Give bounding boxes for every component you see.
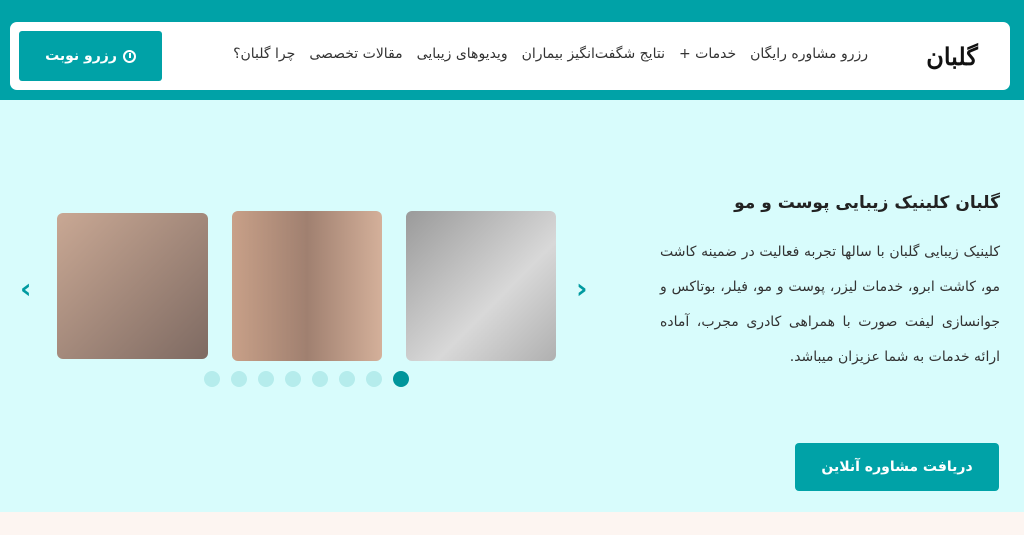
- nav-menu: رزرو مشاوره رایگان خدمات + نتایج شگفت‌ان…: [233, 46, 868, 62]
- hero-description: کلینیک زیبایی گلبان با سالها تجربه فعالی…: [660, 244, 1000, 365]
- nav-item-articles[interactable]: مقالات تخصصی: [309, 46, 402, 62]
- slider-dot[interactable]: [393, 371, 409, 387]
- slider-dot[interactable]: [204, 371, 220, 387]
- nav-item-free-consultation[interactable]: رزرو مشاوره رایگان: [750, 46, 868, 62]
- slider-dot[interactable]: [231, 371, 247, 387]
- logo[interactable]: گلبان: [924, 32, 980, 80]
- nav-item-videos[interactable]: ویدیوهای زیبایی: [417, 46, 508, 62]
- nav-item-results[interactable]: نتایج شگفت‌انگیز بیماران: [522, 46, 665, 62]
- slider-dot[interactable]: [258, 371, 274, 387]
- slide-image[interactable]: [57, 213, 208, 359]
- slider-dot[interactable]: [366, 371, 382, 387]
- chevron-left-icon[interactable]: ‹: [20, 272, 32, 305]
- online-consultation-button[interactable]: دریافت مشاوره آنلاین: [795, 443, 999, 491]
- slide-image[interactable]: [232, 211, 382, 361]
- book-appointment-label: رزرو نوبت: [45, 48, 117, 64]
- slide-image[interactable]: [406, 211, 556, 361]
- nav-item-why-golban[interactable]: چرا گلبان؟: [233, 46, 295, 62]
- slider-dot[interactable]: [312, 371, 328, 387]
- slider-dot[interactable]: [285, 371, 301, 387]
- header: گلبان رزرو مشاوره رایگان خدمات + نتایج ش…: [0, 0, 1024, 100]
- clock-icon: [122, 49, 136, 63]
- book-appointment-button[interactable]: رزرو نوبت: [19, 31, 162, 81]
- next-section: [0, 512, 1024, 535]
- navbar: گلبان رزرو مشاوره رایگان خدمات + نتایج ش…: [10, 22, 1010, 90]
- nav-item-services[interactable]: خدمات +: [679, 46, 736, 62]
- chevron-right-icon[interactable]: ›: [576, 272, 588, 305]
- hero-title: گلبان کلینیک زیبایی پوست و مو: [734, 193, 1000, 213]
- slider-dot[interactable]: [339, 371, 355, 387]
